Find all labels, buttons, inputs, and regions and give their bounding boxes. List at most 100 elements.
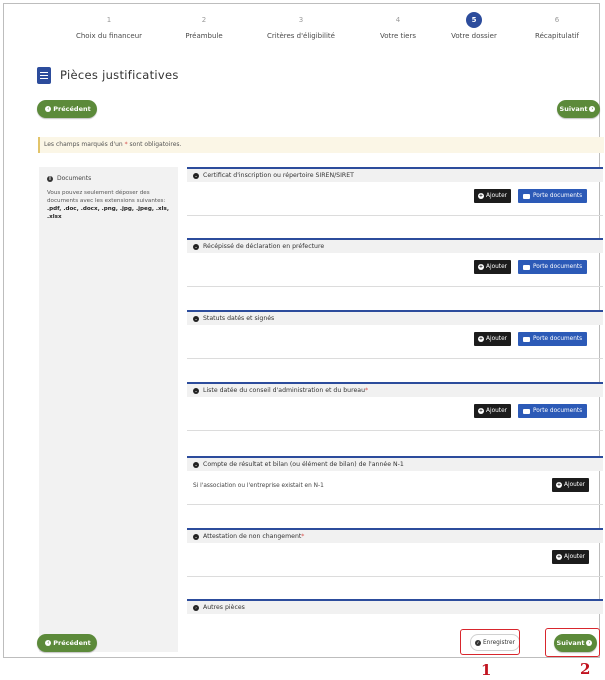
chevron-down-icon: ⌄	[193, 243, 199, 250]
section-title: Récépissé de déclaration en préfecture	[203, 243, 325, 250]
section-note: Si l'association ou l'entreprise existai…	[193, 483, 324, 489]
add-button[interactable]: + Ajouter	[474, 189, 512, 203]
portfolio-button[interactable]: Porte documents	[518, 404, 588, 418]
annotation-box-save	[460, 629, 520, 655]
step-label: Choix du financeur	[75, 32, 143, 40]
notice-text-end: sont obligatoires.	[127, 141, 182, 148]
document-icon	[37, 66, 51, 84]
section-body: Si l'association ou l'entreprise existai…	[187, 471, 603, 505]
section-header[interactable]: ⌄ Attestation de non changement *	[187, 528, 603, 543]
previous-button-top[interactable]: ‹ Précédent	[37, 100, 97, 118]
next-button-top[interactable]: Suivant ›	[557, 100, 600, 118]
section-body: + Ajouter Porte documents	[187, 325, 603, 359]
plus-icon: +	[478, 336, 484, 342]
portfolio-label: Porte documents	[533, 264, 583, 270]
add-button[interactable]: + Ajouter	[474, 260, 512, 274]
step-number: 6	[554, 16, 560, 24]
circle-arrow-left-icon: ‹	[45, 106, 52, 112]
portfolio-button[interactable]: Porte documents	[518, 189, 588, 203]
portfolio-label: Porte documents	[533, 408, 583, 414]
annotation-box-next	[545, 628, 600, 657]
add-label: Ajouter	[486, 336, 508, 342]
required-fields-notice: Les champs marqués d'un * sont obligatoi…	[38, 137, 604, 153]
section-title: Liste datée du conseil d'administration …	[203, 387, 366, 394]
add-label: Ajouter	[486, 193, 508, 199]
add-label: Ajouter	[486, 408, 508, 414]
step-1[interactable]: 1 Choix du financeur	[59, 12, 159, 40]
doc-section-statuts: ⌄ Statuts datés et signés + Ajouter Porte…	[187, 310, 603, 359]
folder-icon	[523, 408, 530, 414]
chevron-down-icon: ⌄	[193, 315, 199, 322]
section-title: Attestation de non changement	[203, 533, 302, 540]
required-star: *	[301, 533, 305, 540]
add-button[interactable]: + Ajouter	[474, 404, 512, 418]
step-label: Préambule	[185, 32, 223, 40]
doc-section-no-change: ⌄ Attestation de non changement * + Ajoute…	[187, 528, 603, 577]
portfolio-button[interactable]: Porte documents	[518, 260, 588, 274]
add-button[interactable]: + Ajouter	[552, 550, 590, 564]
doc-section-accounts: ⌄ Compte de résultat et bilan (ou élémen…	[187, 456, 603, 505]
documents-heading: i Documents	[47, 175, 170, 182]
required-star: *	[365, 387, 369, 394]
previous-button-bottom[interactable]: ‹ Précédent	[37, 634, 97, 652]
section-header[interactable]: ⌄ Certificat d'inscription ou répertoire…	[187, 167, 603, 182]
section-header[interactable]: › Autres pièces	[187, 599, 603, 614]
info-icon: i	[47, 175, 53, 182]
step-number: 3	[298, 16, 304, 24]
plus-icon: +	[478, 264, 484, 270]
add-button[interactable]: + Ajouter	[474, 332, 512, 346]
step-number: 1	[106, 16, 112, 24]
doc-section-other: › Autres pièces	[187, 599, 603, 614]
documents-heading-text: Documents	[57, 175, 92, 182]
next-label: Suivant	[559, 105, 588, 113]
step-number: 2	[201, 16, 207, 24]
add-button[interactable]: + Ajouter	[552, 478, 590, 492]
section-body: + Ajouter Porte documents	[187, 182, 603, 216]
section-header[interactable]: ⌄ Statuts datés et signés	[187, 310, 603, 325]
section-body: + Ajouter Porte documents	[187, 253, 603, 287]
annotation-label-2: 2	[580, 660, 591, 678]
section-title: Compte de résultat et bilan (ou élément …	[203, 461, 404, 468]
chevron-down-icon: ⌄	[193, 461, 199, 468]
chevron-down-icon: ⌄	[193, 533, 199, 540]
doc-section-siren: ⌄ Certificat d'inscription ou répertoire…	[187, 167, 603, 216]
add-label: Ajouter	[486, 264, 508, 270]
doc-section-prefecture: ⌄ Récépissé de déclaration en préfecture…	[187, 238, 603, 287]
plus-icon: +	[556, 482, 562, 488]
step-3[interactable]: 3 Critères d'éligibilité	[251, 12, 351, 40]
step-label: Critères d'éligibilité	[267, 32, 335, 40]
add-label: Ajouter	[564, 482, 586, 488]
circle-arrow-right-icon: ›	[589, 106, 596, 112]
section-body: + Ajouter Porte documents	[187, 397, 603, 431]
folder-icon	[523, 336, 530, 342]
circle-arrow-left-icon: ‹	[45, 640, 52, 646]
section-title: Certificat d'inscription ou répertoire S…	[203, 172, 354, 179]
chevron-right-icon: ›	[193, 604, 199, 611]
section-header[interactable]: ⌄ Compte de résultat et bilan (ou élémen…	[187, 456, 603, 471]
documents-info-panel: i Documents Vous pouvez seulement dépose…	[39, 167, 178, 652]
page-header: Pièces justificatives	[37, 65, 179, 85]
chevron-down-icon: ⌄	[193, 172, 199, 179]
step-6[interactable]: 6 Récapitulatif	[507, 12, 605, 40]
page-title: Pièces justificatives	[60, 68, 179, 82]
add-label: Ajouter	[564, 554, 586, 560]
step-label: Récapitulatif	[535, 32, 579, 40]
section-title: Statuts datés et signés	[203, 315, 275, 322]
section-header[interactable]: ⌄ Récépissé de déclaration en préfecture	[187, 238, 603, 253]
step-2[interactable]: 2 Préambule	[154, 12, 254, 40]
notice-text: Les champs marqués d'un	[44, 141, 125, 148]
section-body: + Ajouter	[187, 543, 603, 577]
plus-icon: +	[556, 554, 562, 560]
plus-icon: +	[478, 193, 484, 199]
allowed-extensions-text: Vous pouvez seulement déposer des docume…	[47, 190, 166, 204]
step-number-active: 5	[466, 12, 482, 28]
doc-section-board-list: ⌄ Liste datée du conseil d'administratio…	[187, 382, 603, 431]
portfolio-button[interactable]: Porte documents	[518, 332, 588, 346]
portfolio-label: Porte documents	[533, 336, 583, 342]
portfolio-label: Porte documents	[533, 193, 583, 199]
section-header[interactable]: ⌄ Liste datée du conseil d'administratio…	[187, 382, 603, 397]
folder-icon	[523, 264, 530, 270]
folder-icon	[523, 193, 530, 199]
allowed-extensions-list: .pdf, .doc, .docx, .png, .jpg, .jpeg, .x…	[47, 206, 169, 220]
page-frame: 1 Choix du financeur 2 Préambule 3 Critè…	[3, 3, 604, 658]
